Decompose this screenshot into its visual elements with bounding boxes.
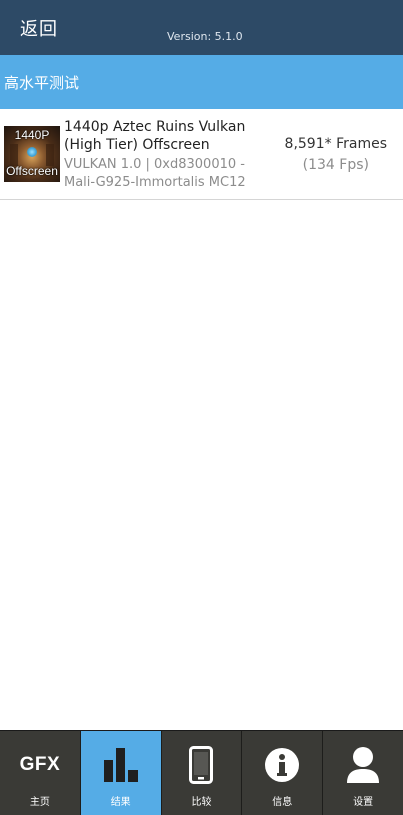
- nav-label-settings: 设置: [353, 797, 374, 808]
- back-button[interactable]: 返回: [20, 15, 58, 41]
- bar-chart-icon: [81, 745, 161, 785]
- nav-label-results: 结果: [110, 797, 131, 808]
- test-api-info: VULKAN 1.0 | 0xd8300010 - Mali-G925-Immo…: [64, 157, 246, 190]
- phone-icon: [162, 745, 242, 785]
- user-icon: [323, 745, 403, 785]
- nav-label-info: 信息: [272, 797, 293, 808]
- test-fps: (134 Fps): [302, 157, 369, 173]
- gfx-logo-text: GFX: [19, 754, 61, 775]
- thumbnail-pillar-left: [10, 144, 18, 166]
- nav-label-compare: 比较: [191, 797, 212, 808]
- nav-tab-settings[interactable]: 设置: [323, 731, 403, 815]
- section-header: 高水平测试: [0, 55, 403, 109]
- thumbnail-mode-label: Offscreen: [6, 164, 58, 178]
- bottom-navigation: GFX 主页 结果 比较 信息 设置: [0, 730, 403, 815]
- nav-tab-compare[interactable]: 比较: [162, 731, 243, 815]
- test-score: 8,591* Frames: [284, 136, 387, 152]
- info-icon: [242, 745, 322, 785]
- version-label: Version: 5.1.0: [167, 30, 243, 43]
- section-title: 高水平测试: [4, 74, 80, 92]
- result-row[interactable]: 1440P Offscreen 1440p Aztec Ruins Vulkan…: [0, 109, 403, 200]
- thumbnail-pillar-right: [46, 144, 54, 166]
- thumbnail-glow: [27, 147, 37, 157]
- top-app-bar: 返回 Version: 5.1.0: [0, 0, 403, 55]
- thumbnail-resolution-label: 1440P: [14, 128, 50, 142]
- gfx-logo-icon: GFX: [0, 745, 80, 785]
- test-thumbnail: 1440P Offscreen: [4, 126, 60, 182]
- nav-tab-results[interactable]: 结果: [80, 731, 162, 815]
- nav-tab-home[interactable]: GFX 主页: [0, 731, 81, 815]
- nav-label-home: 主页: [29, 797, 50, 808]
- test-name: 1440p Aztec Ruins Vulkan (High Tier) Off…: [64, 119, 246, 153]
- nav-tab-info[interactable]: 信息: [242, 731, 324, 815]
